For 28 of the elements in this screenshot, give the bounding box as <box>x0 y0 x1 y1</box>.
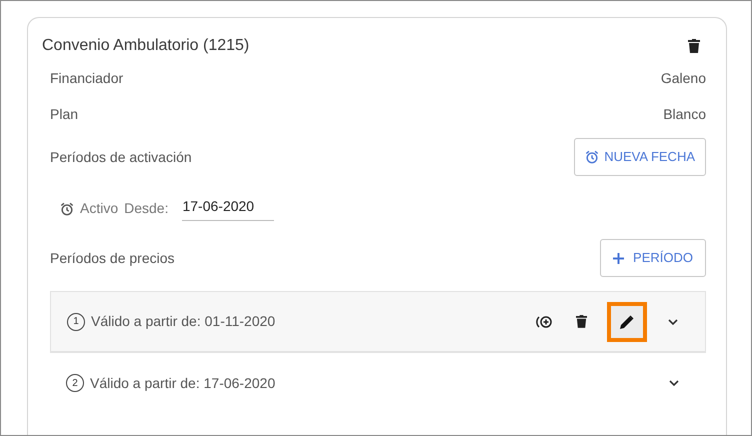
step-number: 2 <box>66 374 84 392</box>
alarm-clock-icon <box>585 150 600 164</box>
card-title: Convenio Ambulatorio (1215) <box>42 36 250 56</box>
field-value: Blanco <box>663 104 706 124</box>
period-row[interactable]: 1 Válido a partir de: 01-11-2020 <box>50 291 706 352</box>
add-period-button[interactable]: PERÍODO <box>600 239 706 277</box>
trash-icon <box>688 39 700 53</box>
pencil-icon <box>620 314 634 328</box>
broadcast-add-icon <box>536 314 554 328</box>
chevron-down-icon <box>668 318 678 324</box>
period-row[interactable]: 2 Válido a partir de: 17-06-2020 <box>50 352 706 413</box>
period-text: Válido a partir de: 17-06-2020 <box>90 374 276 393</box>
plus-icon <box>613 252 624 264</box>
since-label: Desde: <box>124 199 168 218</box>
section-label: Períodos de precios <box>50 248 175 268</box>
date-field[interactable]: 17-06-2020 <box>182 196 274 221</box>
edit-button[interactable] <box>607 302 647 342</box>
period-text: Válido a partir de: 01-11-2020 <box>91 312 276 331</box>
field-value: Galeno <box>660 68 706 88</box>
field-label: Financiador <box>50 68 124 88</box>
trash-icon <box>576 315 586 328</box>
section-label: Períodos de activación <box>50 148 192 166</box>
field-label: Plan <box>50 104 78 124</box>
new-date-button[interactable]: NUEVA FECHA <box>574 138 706 176</box>
status-label: Activo <box>80 199 118 218</box>
alarm-clock-icon <box>60 202 74 216</box>
step-number: 1 <box>67 312 85 330</box>
chevron-down-icon <box>669 380 679 386</box>
